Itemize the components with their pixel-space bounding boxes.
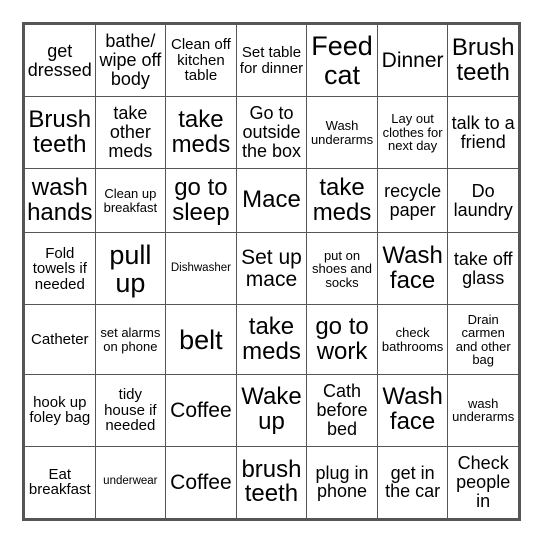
bingo-cell[interactable]: plug in phone <box>306 445 378 520</box>
bingo-cell[interactable]: take meds <box>165 96 237 170</box>
bingo-row: Catheter set alarms on phone belt take meds… <box>24 304 519 375</box>
bingo-cell[interactable]: Wake up <box>235 373 308 447</box>
bingo-cell[interactable]: Mace <box>235 168 308 234</box>
bingo-cell[interactable]: talk to a friend <box>447 96 519 170</box>
bingo-card: get dressed bathe/ wipe off body Clean off… <box>22 22 521 521</box>
bingo-row: wash hands Clean up breakfast go to sleep M… <box>24 168 519 234</box>
bingo-cell[interactable]: Wash underarms <box>306 96 378 170</box>
bingo-row: hook up foley bag tidy house if needed Cof… <box>24 373 519 447</box>
bingo-cell[interactable]: take other meds <box>94 96 167 170</box>
bingo-cell[interactable]: Dinner <box>376 23 449 98</box>
bingo-cell[interactable]: Go to outside the box <box>235 96 308 170</box>
bingo-cell[interactable]: Brush teeth <box>24 96 96 170</box>
bingo-cell[interactable]: bathe/ wipe off body <box>94 23 167 98</box>
bingo-cell[interactable]: take meds <box>306 168 378 234</box>
bingo-cell[interactable]: Dishwasher <box>165 232 237 306</box>
bingo-cell[interactable]: take meds <box>235 304 308 375</box>
bingo-grid-body: get dressed bathe/ wipe off body Clean off… <box>24 23 519 520</box>
bingo-cell[interactable]: hook up foley bag <box>24 373 96 447</box>
bingo-cell[interactable]: Do laundry <box>447 168 519 234</box>
bingo-cell[interactable]: Catheter <box>24 304 96 375</box>
bingo-cell[interactable]: Set table for dinner <box>235 23 308 98</box>
bingo-cell[interactable]: underwear <box>94 445 167 520</box>
bingo-cell[interactable]: Drain carmen and other bag <box>447 304 519 375</box>
bingo-cell[interactable]: brush teeth <box>235 445 308 520</box>
bingo-cell[interactable]: Feed cat <box>306 23 378 98</box>
bingo-cell[interactable]: take off glass <box>447 232 519 306</box>
bingo-row: Brush teeth take other meds take meds Go to… <box>24 96 519 170</box>
bingo-row: get dressed bathe/ wipe off body Clean off… <box>24 23 519 98</box>
bingo-cell[interactable]: put on shoes and socks <box>306 232 378 306</box>
bingo-cell[interactable]: Eat breakfast <box>24 445 96 520</box>
bingo-cell[interactable]: go to work <box>306 304 378 375</box>
bingo-cell[interactable]: tidy house if needed <box>94 373 167 447</box>
bingo-cell[interactable]: wash hands <box>24 168 96 234</box>
bingo-cell[interactable]: Lay out clothes for next day <box>376 96 449 170</box>
bingo-cell[interactable]: get dressed <box>24 23 96 98</box>
bingo-row: Eat breakfast underwear Coffee brush teeth p… <box>24 445 519 520</box>
bingo-cell[interactable]: Brush teeth <box>447 23 519 98</box>
bingo-row: Fold towels if needed pull up Dishwasher Se… <box>24 232 519 306</box>
bingo-cell[interactable]: Coffee <box>165 373 237 447</box>
bingo-cell[interactable]: Wash face <box>376 232 449 306</box>
bingo-cell[interactable]: go to sleep <box>165 168 237 234</box>
bingo-cell[interactable]: pull up <box>94 232 167 306</box>
bingo-cell[interactable]: Fold towels if needed <box>24 232 96 306</box>
bingo-cell[interactable]: Check people in <box>447 445 519 520</box>
bingo-cell[interactable]: Set up mace <box>235 232 308 306</box>
bingo-cell[interactable]: Wash face <box>376 373 449 447</box>
bingo-grid: get dressed bathe/ wipe off body Clean off… <box>24 23 519 520</box>
bingo-cell[interactable]: set alarms on phone <box>94 304 167 375</box>
bingo-cell[interactable]: get in the car <box>376 445 449 520</box>
bingo-cell[interactable]: recycle paper <box>376 168 449 234</box>
bingo-cell[interactable]: wash underarms <box>447 373 519 447</box>
bingo-cell[interactable]: Clean off kitchen table <box>165 23 237 98</box>
bingo-cell[interactable]: belt <box>165 304 237 375</box>
bingo-cell[interactable]: check bathrooms <box>376 304 449 375</box>
bingo-cell[interactable]: Cath before bed <box>306 373 378 447</box>
bingo-cell[interactable]: Coffee <box>165 445 237 520</box>
bingo-cell[interactable]: Clean up breakfast <box>94 168 167 234</box>
